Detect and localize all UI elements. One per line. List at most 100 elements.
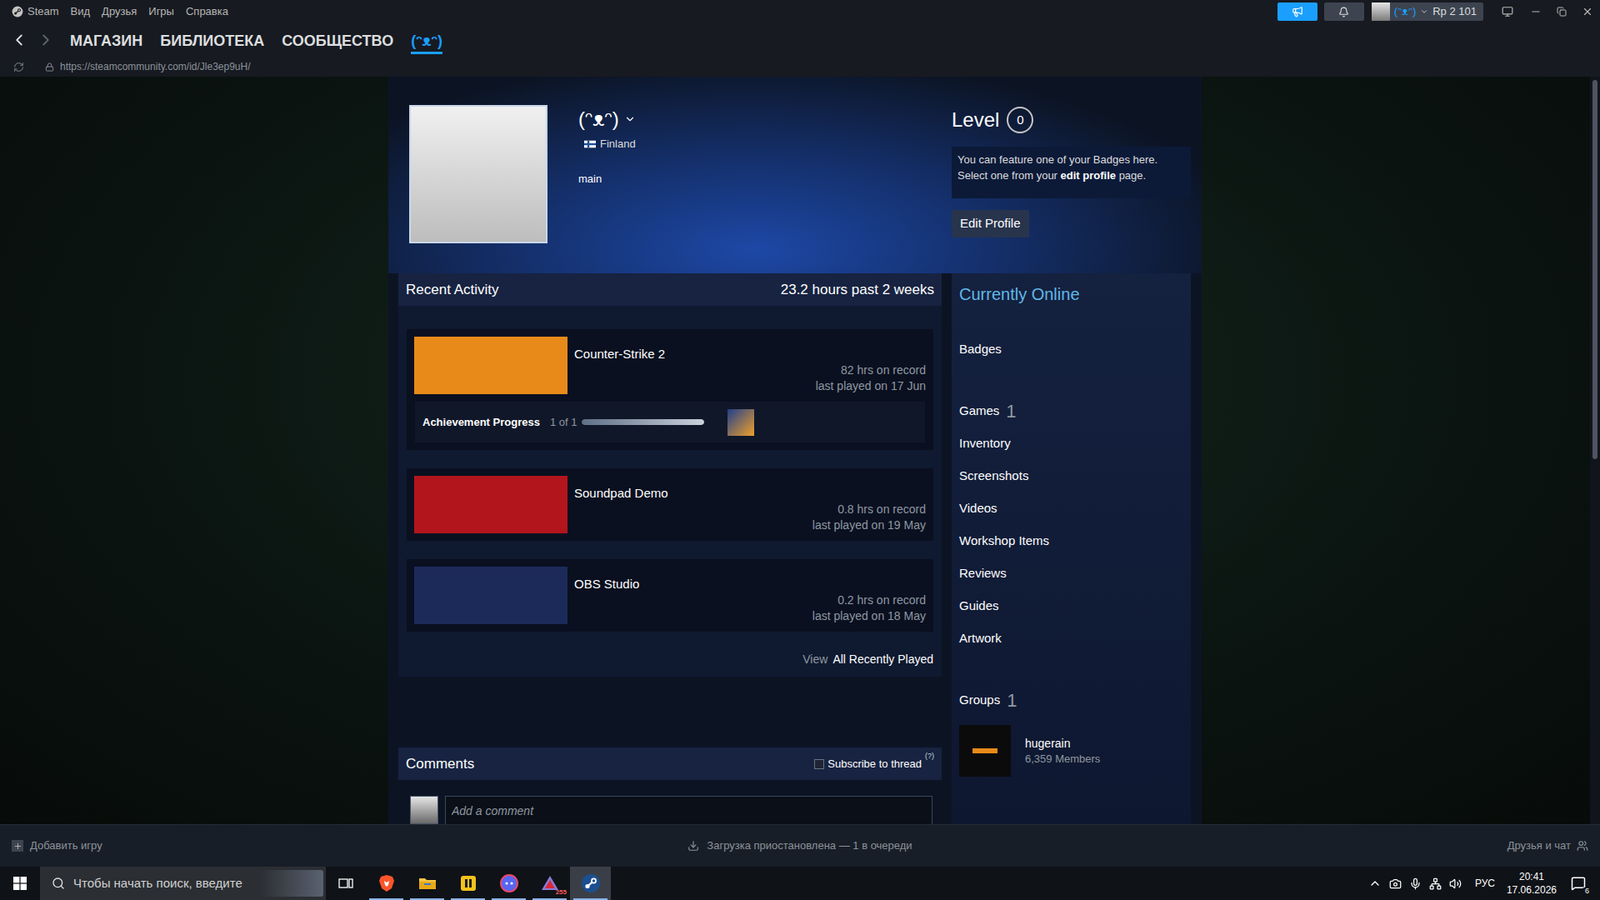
start-button[interactable] xyxy=(0,866,40,900)
search-icon xyxy=(51,876,65,890)
sidebar-item[interactable]: Workshop Items xyxy=(959,525,1191,558)
task-view-button[interactable] xyxy=(325,866,366,900)
game-entry: Counter-Strike 282 hrs on recordlast pla… xyxy=(406,329,934,450)
menu-item[interactable]: Steam xyxy=(11,3,60,20)
language-indicator[interactable]: РУС xyxy=(1475,875,1495,891)
download-icon xyxy=(687,840,700,852)
taskbar-app[interactable] xyxy=(570,866,611,900)
game-name[interactable]: Counter-Strike 2 xyxy=(574,336,926,363)
comment-input[interactable] xyxy=(445,795,933,825)
network-icon[interactable] xyxy=(1429,877,1442,890)
game-list: Counter-Strike 282 hrs on recordlast pla… xyxy=(406,329,934,632)
profile-level-area: Level0You can feature one of your Badges… xyxy=(951,105,1191,274)
achievement-progress: Achievement Progress1 of 1 xyxy=(415,401,925,443)
subscribe-toggle[interactable]: Subscribe to thread(?) xyxy=(814,755,935,773)
nav-tab[interactable]: БИБЛИОТЕКА xyxy=(160,26,265,55)
big-picture-icon[interactable] xyxy=(1501,5,1514,18)
sidebar-item[interactable]: Screenshots xyxy=(959,460,1191,493)
game-capsule[interactable] xyxy=(414,566,568,625)
taskbar-app[interactable] xyxy=(447,866,489,900)
recent-activity-header: Recent Activity23.2 hours past 2 weeks xyxy=(398,273,942,306)
taskbar-search[interactable]: Чтобы начать поиск, введите xyxy=(40,866,326,900)
view-all-played[interactable]: ViewAll Recently Played xyxy=(406,650,934,668)
comment-entry xyxy=(398,795,942,825)
game-name[interactable]: Soundpad Demo xyxy=(574,475,926,502)
sidebar-item[interactable]: Artwork xyxy=(959,622,1191,655)
add-game-button[interactable]: Добавить игру xyxy=(11,837,103,855)
taskbar-app[interactable]: 255 xyxy=(529,866,570,900)
account-menu[interactable]: (ᵔᴥᵔ)Rp 2 101 xyxy=(1371,2,1484,21)
tray-overflow-icon[interactable] xyxy=(1368,876,1382,890)
forward-arrow-icon[interactable] xyxy=(36,30,55,50)
nav-tab-underline xyxy=(160,51,265,55)
chat-app-icon xyxy=(499,873,520,894)
nav-tab[interactable]: СООБЩЕСТВО xyxy=(281,26,394,55)
taskbar-app[interactable] xyxy=(488,866,530,900)
minimize-icon[interactable] xyxy=(1530,5,1542,18)
microphone-icon[interactable] xyxy=(1409,877,1422,890)
taskbar-apps: 255 xyxy=(365,866,611,900)
back-arrow-icon[interactable] xyxy=(10,30,29,50)
megaphone-icon xyxy=(1291,5,1304,18)
group-members: 6,359 Members xyxy=(1025,751,1100,767)
menu-item[interactable]: Вид xyxy=(70,3,91,20)
lock-icon xyxy=(45,62,55,72)
page-url[interactable]: https://steamcommunity.com/id/Jle3ep9uH/ xyxy=(60,59,251,75)
dropdown-arrow-icon xyxy=(624,113,636,125)
account-avatar xyxy=(1371,2,1390,21)
search-highlight-image xyxy=(260,870,324,897)
close-icon[interactable] xyxy=(1581,5,1594,18)
recent-activity: Recent Activity23.2 hours past 2 weeks Co… xyxy=(398,273,942,677)
game-stats: 82 hrs on recordlast played on 17 Jun xyxy=(574,362,926,395)
notification-center[interactable]: 6 xyxy=(1568,873,1589,894)
achievement-icon[interactable] xyxy=(727,409,755,436)
restore-icon[interactable] xyxy=(1556,6,1567,17)
nav-tab[interactable]: МАГАЗИН xyxy=(70,26,143,55)
taskbar-app[interactable] xyxy=(365,866,407,900)
sidebar-item[interactable]: Reviews xyxy=(959,557,1191,590)
sidebar-item[interactable]: Inventory xyxy=(959,427,1191,460)
sidebar-item[interactable]: Badges xyxy=(959,333,1191,366)
device-icon[interactable] xyxy=(1389,877,1402,890)
task-view-icon xyxy=(338,876,354,890)
subscribe-checkbox[interactable] xyxy=(814,759,825,770)
game-name[interactable]: OBS Studio xyxy=(574,566,926,593)
sidebar-item[interactable]: Guides xyxy=(959,590,1191,623)
game-capsule[interactable] xyxy=(414,336,568,395)
edit-profile-link[interactable]: edit profile xyxy=(1060,169,1116,182)
scrollbar[interactable] xyxy=(1590,76,1600,825)
menu-item[interactable]: Справка xyxy=(185,3,229,20)
game-entry: OBS Studio0.2 hrs on recordlast played o… xyxy=(406,559,934,632)
taskbar-app[interactable] xyxy=(406,866,448,900)
scrollbar-thumb[interactable] xyxy=(1592,80,1598,460)
profile-sidebar: Currently OnlineBadgesGames1InventoryScr… xyxy=(951,273,1191,825)
commenter-avatar xyxy=(410,795,439,825)
groups-heading[interactable]: Groups1 xyxy=(959,684,1191,717)
download-status[interactable]: Загрузка приостановлена — 1 в очереди xyxy=(687,837,912,855)
group-item[interactable]: hugerain6,359 Members xyxy=(959,725,1191,777)
menu-item[interactable]: Друзья xyxy=(101,3,137,20)
menu-item[interactable]: Игры xyxy=(148,3,175,20)
reload-icon[interactable] xyxy=(13,61,25,73)
sidebar-count: 1 xyxy=(1005,402,1016,421)
profile-identity: (ᵔᴥᵔ) Finland main xyxy=(578,105,636,274)
profile-avatar[interactable] xyxy=(409,105,548,244)
edit-profile-button[interactable]: Edit Profile xyxy=(951,210,1030,238)
volume-icon[interactable] xyxy=(1449,877,1462,890)
notifications-button[interactable] xyxy=(1324,2,1365,21)
nav-tab[interactable]: (ᵔᴥᵔ) xyxy=(410,26,443,55)
badge-hint: You can feature one of your Badges here.… xyxy=(951,146,1191,199)
clock[interactable]: 20:4117.06.2026 xyxy=(1506,870,1557,897)
profile-location: Finland xyxy=(584,135,636,153)
game-capsule[interactable] xyxy=(414,475,568,534)
sidebar-item[interactable]: Games1 xyxy=(959,395,1191,428)
achievement-bar-fill xyxy=(581,419,705,425)
profile-summary: main xyxy=(578,170,636,188)
profile-name-row[interactable]: (ᵔᴥᵔ) xyxy=(578,106,636,132)
plus-icon xyxy=(13,841,23,851)
sidebar-item[interactable]: Videos xyxy=(959,492,1191,525)
announcements-button[interactable] xyxy=(1277,2,1318,21)
friends-chat-button[interactable]: Друзья и чат xyxy=(1507,837,1589,855)
help-mark[interactable]: (?) xyxy=(925,750,935,763)
taskbar: Чтобы начать поиск, введите 255 РУС 20:4117… xyxy=(0,866,1600,900)
